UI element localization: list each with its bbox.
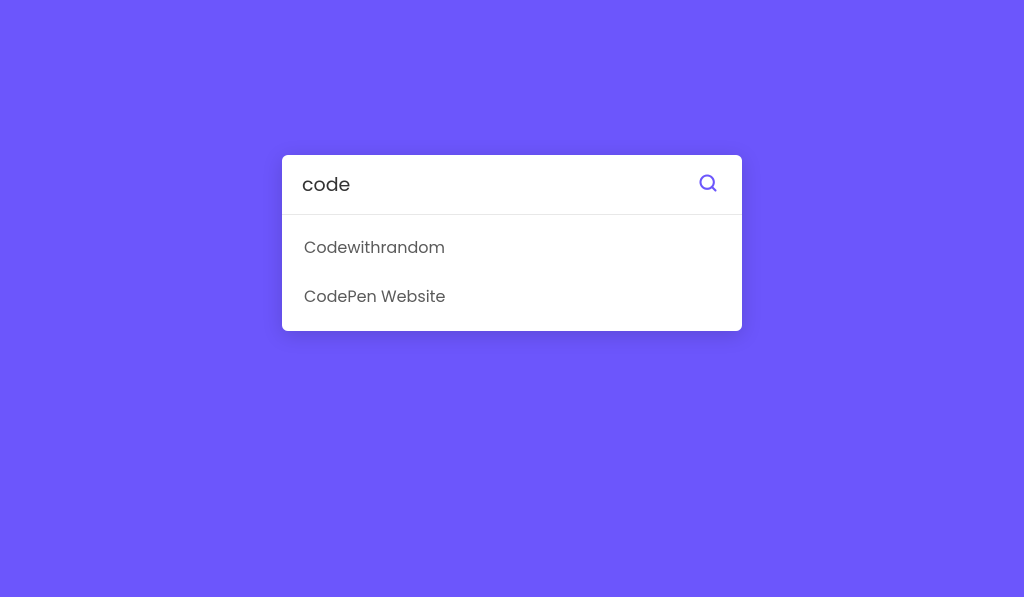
search-button[interactable] [694,169,722,200]
suggestions-list: Codewithrandom CodePen Website [282,215,742,331]
suggestion-item[interactable]: CodePen Website [282,272,742,321]
search-input[interactable] [302,170,694,199]
search-bar [282,155,742,215]
search-icon [698,173,718,196]
search-autocomplete-container: Codewithrandom CodePen Website [282,155,742,331]
suggestion-item[interactable]: Codewithrandom [282,223,742,272]
